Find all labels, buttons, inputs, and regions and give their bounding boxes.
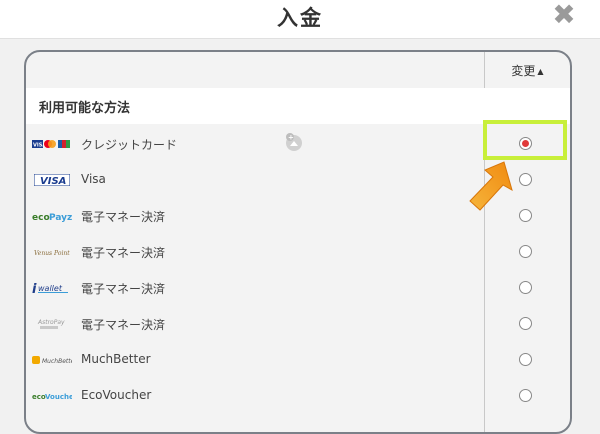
payment-method-row[interactable]: MuchBetter MuchBetter: [26, 342, 570, 378]
selection-highlight-box: [483, 120, 567, 160]
payment-method-radio[interactable]: [519, 389, 532, 402]
payment-method-radio[interactable]: [519, 317, 532, 330]
payment-method-radio[interactable]: [519, 173, 532, 186]
svg-text:Venus Point: Venus Point: [34, 250, 70, 257]
svg-text:i: i: [32, 282, 37, 295]
payment-method-row[interactable]: Venus Point 電子マネー決済: [26, 234, 570, 270]
ecopayz-logo: eco Payz: [32, 208, 72, 224]
payment-method-radio[interactable]: [519, 245, 532, 258]
payment-method-label: 電子マネー決済: [81, 318, 166, 332]
pointer-arrow-icon: [458, 158, 518, 218]
modal-title: 入金: [277, 6, 323, 30]
payment-method-label: クレジットカード: [81, 138, 178, 152]
svg-text:eco: eco: [32, 393, 46, 401]
payment-method-radio[interactable]: [519, 209, 532, 222]
visa-mastercard-jcb-logo: VISA: [32, 136, 72, 152]
visa-logo: VISA: [32, 172, 72, 188]
payment-method-row[interactable]: i wallet 電子マネー決済: [26, 270, 570, 306]
svg-text:Payz: Payz: [49, 213, 72, 222]
svg-text:Voucher: Voucher: [45, 393, 72, 401]
svg-text:VISA: VISA: [40, 176, 66, 186]
section-title: 利用可能な方法: [39, 101, 131, 116]
caret-up-icon: ▲: [537, 67, 544, 76]
svg-text:wallet: wallet: [38, 284, 63, 293]
venus-point-logo: Venus Point: [32, 244, 72, 260]
change-sort-header[interactable]: 変更 ▲: [485, 62, 570, 79]
payment-method-label: MuchBetter: [81, 352, 151, 366]
modal-header: 入金 ✖: [0, 0, 600, 39]
change-label: 変更: [511, 64, 536, 78]
section-header: 利用可能な方法: [26, 88, 570, 124]
payment-method-label: 電子マネー決済: [81, 282, 166, 296]
svg-text:AstroPay: AstroPay: [37, 319, 65, 326]
bonus-info-icon[interactable]: +: [285, 133, 303, 151]
iwallet-logo: i wallet: [32, 280, 72, 296]
payment-method-row[interactable]: eco Voucher EcoVoucher: [26, 378, 570, 414]
muchbetter-logo: MuchBetter: [32, 352, 72, 368]
close-icon[interactable]: ✖: [552, 1, 576, 29]
payment-method-label: 電子マネー決済: [81, 210, 166, 224]
svg-text:MuchBetter: MuchBetter: [42, 358, 72, 365]
payment-method-label: Visa: [81, 172, 106, 186]
payment-method-radio[interactable]: [519, 353, 532, 366]
payment-method-radio[interactable]: [519, 281, 532, 294]
payment-methods-panel: 変更 ▲ 利用可能な方法 VISA クレジットカード + VISA Visa e…: [24, 50, 572, 434]
svg-text:+: +: [288, 134, 294, 142]
ecovoucher-logo: eco Voucher: [32, 388, 72, 404]
astropay-logo: AstroPay: [32, 316, 72, 332]
payment-method-label: EcoVoucher: [81, 388, 152, 402]
svg-text:eco: eco: [32, 213, 50, 222]
payment-method-row[interactable]: AstroPay 電子マネー決済: [26, 306, 570, 342]
payment-method-label: 電子マネー決済: [81, 246, 166, 260]
